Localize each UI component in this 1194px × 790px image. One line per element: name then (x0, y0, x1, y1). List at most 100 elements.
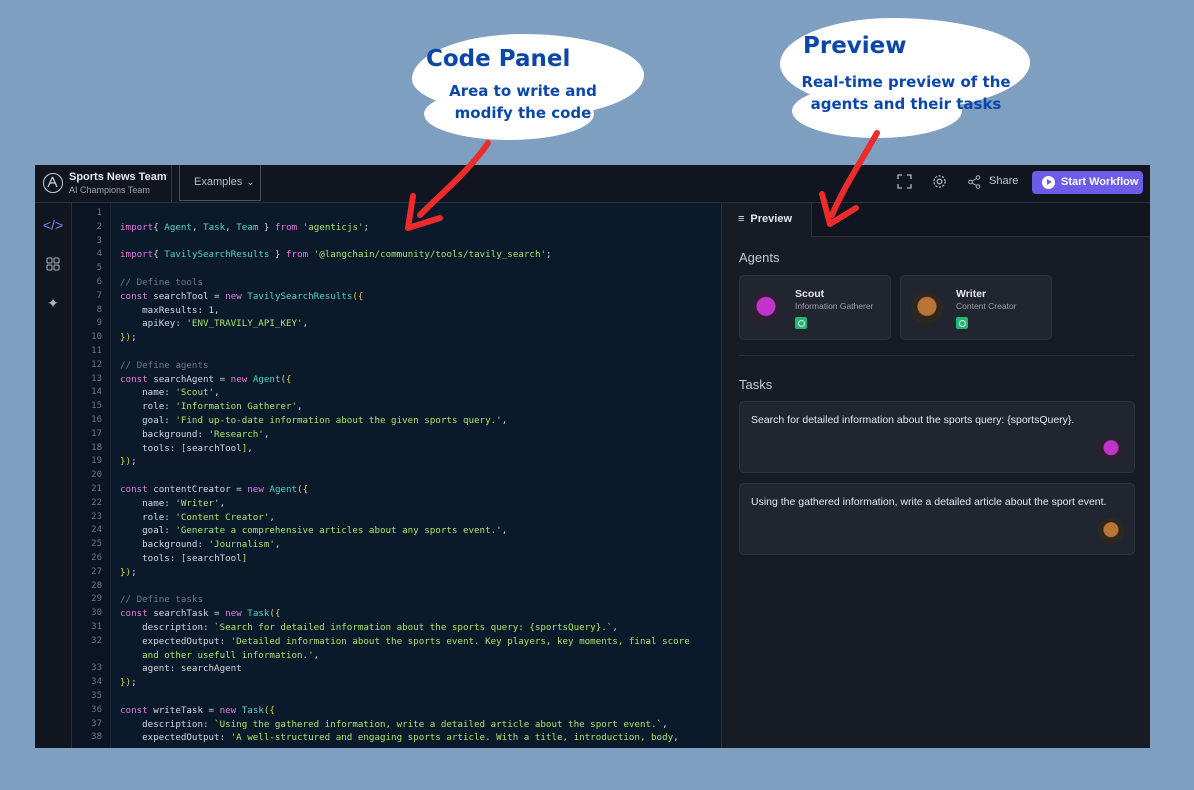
code-token: goal: (120, 415, 176, 426)
code-line: const contentCreator = new Agent({ (120, 483, 308, 497)
code-line: apiKey: 'ENV_TRAVILY_API_KEY', (120, 317, 308, 331)
code-token: const (120, 290, 148, 302)
code-line: agent: searchAgent (120, 662, 242, 676)
code-token: tools: (120, 553, 181, 564)
app-window: Sports News Team AI Champions Team Examp… (35, 165, 1150, 748)
code-token: 'Generate a comprehensive articles about… (175, 525, 502, 537)
code-line: goal: 'Generate a comprehensive articles… (120, 524, 507, 538)
share-button[interactable]: Share (989, 175, 1018, 187)
code-token: new (225, 608, 242, 620)
code-line: and other usefull information.', (120, 649, 319, 663)
agent-card-scout[interactable]: Scout Information Gatherer (739, 275, 891, 340)
code-token: name: (120, 497, 176, 509)
line-number: 34 (91, 677, 102, 688)
code-line: import{ Agent, Task, Team } from 'agenti… (120, 221, 369, 235)
code-token: searchTool (186, 442, 242, 454)
code-line: const searchTask = new Task({ (120, 607, 281, 621)
line-number: 9 (96, 318, 102, 329)
code-token: { (153, 221, 165, 233)
code-token: Agent (164, 221, 192, 233)
team-logo-icon (43, 173, 63, 193)
line-number: 36 (91, 704, 102, 715)
agent-card-writer[interactable]: Writer Content Creator (900, 275, 1052, 340)
line-number: 17 (91, 428, 102, 439)
code-token: ({ (297, 484, 309, 495)
code-token: `Using the gathered information, write a… (214, 718, 663, 730)
start-workflow-button[interactable]: Start Workflow (1032, 171, 1143, 194)
code-token: from (275, 221, 298, 233)
layers-icon: ≡ (738, 213, 745, 225)
code-token: ({ (263, 704, 275, 716)
code-token: role: (120, 401, 176, 413)
code-token: apiKey: (120, 318, 187, 330)
line-number: 19 (91, 456, 102, 467)
code-token: '@langchain/community/tools/tavily_searc… (313, 249, 547, 261)
scout-avatar (750, 292, 782, 324)
code-token: new (225, 290, 242, 302)
line-number: 33 (91, 663, 102, 674)
settings-gear-icon[interactable] (932, 174, 947, 193)
play-icon (1042, 176, 1055, 189)
code-token: name: (120, 387, 176, 399)
code-token: , (191, 221, 204, 233)
code-token: 'ENV_TRAVILY_API_KEY' (186, 318, 303, 330)
code-line: const searchTool = new TavilySearchResul… (120, 290, 363, 304)
code-line: description: `Search for detailed inform… (120, 621, 618, 635)
code-token: expectedOutput: (120, 732, 231, 744)
code-panel-annotation-line1: Area to write and (449, 82, 597, 100)
code-token: , (263, 428, 270, 440)
code-token: description: (120, 622, 215, 633)
code-token: ; (546, 249, 552, 261)
code-token: , (302, 318, 309, 330)
code-token: ({ (269, 608, 281, 620)
sparkles-icon[interactable]: ✦ (35, 295, 71, 312)
line-number: 29 (91, 594, 102, 605)
code-token: , (612, 622, 618, 633)
code-line: const searchAgent = new Agent({ (120, 373, 292, 387)
code-line: const writeTask = new Task({ (120, 704, 275, 718)
fullscreen-icon[interactable] (897, 174, 912, 193)
code-token: background: (120, 428, 209, 440)
code-line: role: 'Content Creator', (120, 511, 275, 525)
agent-role: Content Creator (956, 301, 1017, 311)
line-number: 12 (91, 359, 102, 370)
tasks-heading: Tasks (739, 377, 773, 392)
grid-icon[interactable] (35, 257, 71, 274)
task-card[interactable]: Using the gathered information, write a … (739, 483, 1135, 555)
code-icon[interactable]: </> (35, 217, 71, 233)
line-number: 20 (91, 470, 102, 481)
code-panel-annotation-line2: modify the code (454, 104, 592, 122)
code-token: , (225, 221, 237, 233)
code-token: goal: (120, 525, 176, 537)
line-number: 21 (91, 484, 102, 494)
line-number: 37 (91, 718, 102, 729)
agents-heading: Agents (739, 250, 780, 265)
line-number: 38 (91, 732, 102, 743)
code-token: agent: searchAgent (120, 663, 242, 675)
code-line: }); (120, 331, 137, 345)
code-token: const (120, 608, 148, 620)
header-divider (171, 165, 172, 202)
code-line: expectedOutput: 'Detailed information ab… (120, 635, 690, 649)
preview-tab-bar: ≡ Preview (722, 203, 1150, 237)
code-token: // Define tasks (120, 594, 203, 606)
agent-name: Writer (956, 288, 987, 300)
code-token: const (120, 373, 148, 385)
examples-dropdown[interactable]: Examples ⌄ (179, 165, 261, 201)
code-editor[interactable]: import{ Agent, Task, Team } from 'agenti… (111, 203, 721, 748)
code-token: new (219, 704, 237, 716)
code-line: expectedOutput: 'A well-structured and e… (120, 731, 679, 745)
tab-preview[interactable]: ≡ Preview (722, 203, 812, 237)
code-token: 'Content Creator' (175, 511, 270, 523)
line-number: 16 (91, 415, 102, 425)
examples-label: Examples (194, 176, 243, 188)
task-description: Using the gathered information, write a … (751, 496, 1107, 508)
code-line: role: 'Information Gatherer', (120, 400, 302, 414)
line-number: 22 (91, 497, 102, 508)
code-token: Task (247, 608, 270, 620)
code-line: description: `Using the gathered informa… (120, 718, 668, 732)
code-token: searchTask = (147, 608, 226, 620)
code-token: writeTask = (147, 704, 220, 716)
task-card[interactable]: Search for detailed information about th… (739, 401, 1135, 473)
code-token: from (286, 249, 309, 261)
